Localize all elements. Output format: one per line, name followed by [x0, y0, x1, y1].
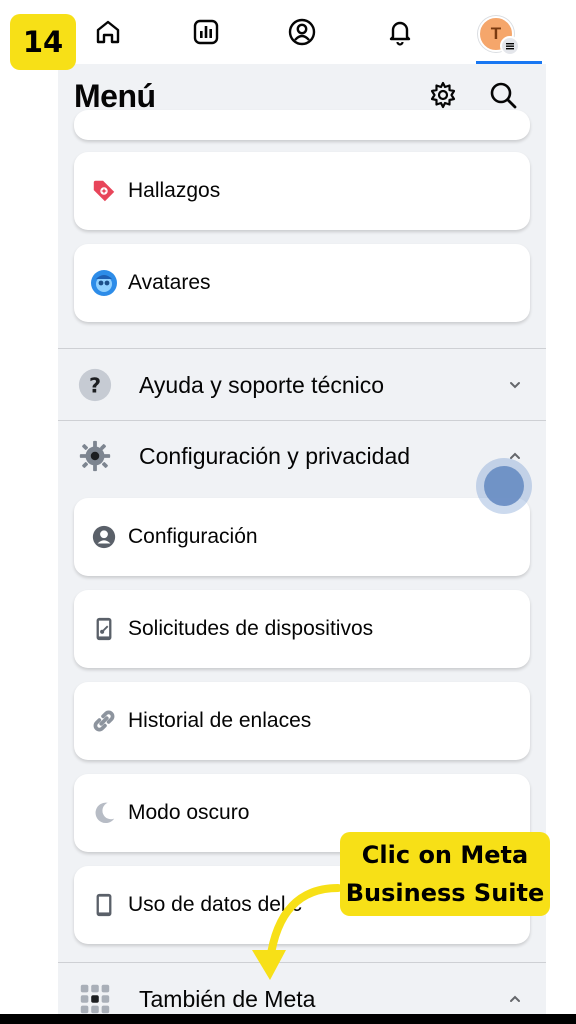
- settings-item-link-history[interactable]: Historial de enlaces: [74, 682, 530, 760]
- settings-item-configuracion[interactable]: Configuración: [74, 498, 530, 576]
- touch-indicator-center: [484, 466, 524, 506]
- pointer-arrow-icon: [252, 884, 342, 980]
- shortcut-hallazgos[interactable]: Hallazgos: [74, 152, 530, 230]
- device-request-icon: [90, 615, 118, 643]
- callout-line-2: Business Suite: [345, 879, 545, 907]
- step-number-badge: 14: [10, 14, 76, 70]
- avatar-face-icon: [90, 269, 118, 297]
- section-label: Configuración y privacidad: [139, 443, 411, 469]
- instruction-callout: Clic on Meta Business Suite: [340, 832, 550, 916]
- settings-item-device-requests[interactable]: Solicitudes de dispositivos: [74, 590, 530, 668]
- section-label: Ayuda y soporte técnico: [139, 372, 385, 398]
- section-label: También de Meta: [139, 986, 316, 1012]
- system-navigation-bar: [0, 1014, 576, 1024]
- settings-item-label: Solicitudes de dispositivos: [128, 617, 374, 640]
- shortcut-avatares[interactable]: Avatares: [74, 244, 530, 322]
- gear-icon[interactable]: [426, 78, 460, 112]
- moon-icon: [90, 799, 118, 827]
- shortcut-label: Hallazgos: [128, 179, 221, 202]
- grid-icon: [76, 980, 114, 1018]
- chevron-up-icon: [510, 995, 520, 1002]
- phone-icon: [90, 891, 118, 919]
- section-divider: [58, 348, 546, 349]
- profile-icon[interactable]: [284, 14, 320, 50]
- settings-item-label: Historial de enlaces: [128, 709, 312, 732]
- svg-text:?: ?: [89, 374, 101, 398]
- shortcut-label: Avatares: [128, 271, 211, 294]
- question-icon: ?: [76, 366, 114, 404]
- menu-badge-icon: [500, 36, 520, 56]
- avatar-initial: T: [490, 24, 502, 43]
- bell-icon[interactable]: [382, 14, 418, 50]
- partial-card: [74, 110, 530, 140]
- link-icon: [90, 707, 118, 735]
- settings-item-label: Modo oscuro: [128, 801, 250, 824]
- top-nav-bar: T: [58, 0, 546, 64]
- tag-icon: [90, 177, 118, 205]
- dashboard-icon[interactable]: [188, 14, 224, 50]
- search-icon[interactable]: [486, 78, 520, 112]
- callout-line-1: Clic on Meta: [361, 841, 529, 869]
- settings-item-label: Configuración: [128, 525, 258, 548]
- section-help[interactable]: ? Ayuda y soporte técnico: [58, 350, 546, 420]
- person-circle-icon: [90, 523, 118, 551]
- section-settings[interactable]: Configuración y privacidad: [58, 421, 546, 491]
- home-icon[interactable]: [90, 14, 126, 50]
- gear-icon: [76, 437, 114, 475]
- chevron-down-icon: [510, 382, 520, 389]
